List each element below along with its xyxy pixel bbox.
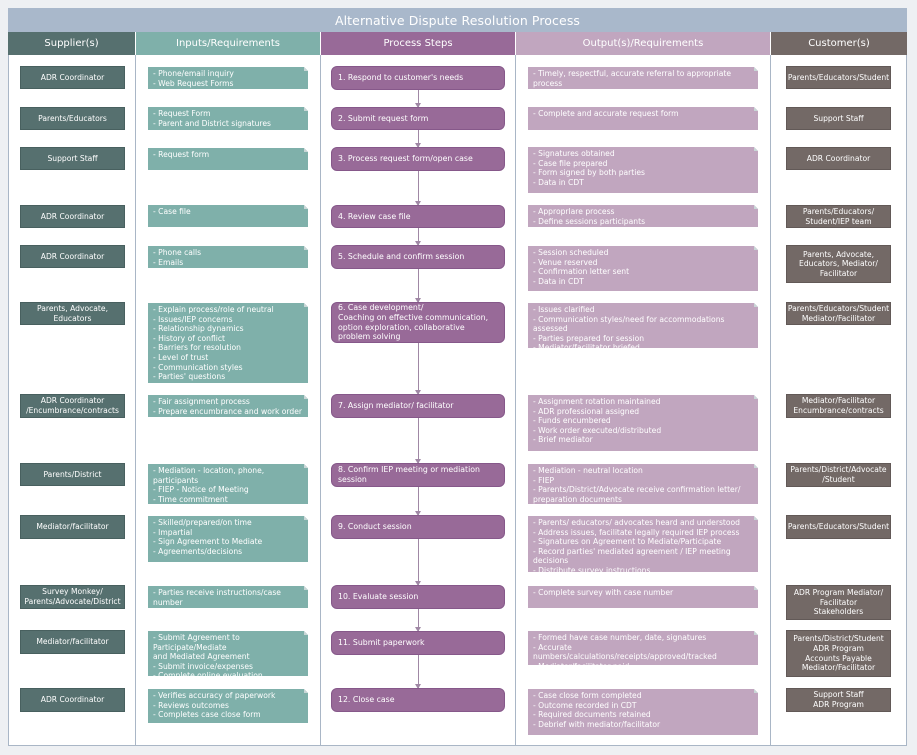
supplier-box: Mediator/facilitator <box>20 630 125 654</box>
diagram-title: Alternative Dispute Resolution Process <box>8 8 907 32</box>
input-note: - Skilled/prepared/on time - Impartial -… <box>148 516 308 562</box>
flow-arrow <box>415 130 421 148</box>
process-step[interactable]: 12. Close case <box>331 688 505 712</box>
column-divider <box>135 55 136 745</box>
input-note: - Fair assignment process - Prepare encu… <box>148 395 308 417</box>
output-note: - Timely, respectful, accurate referral … <box>528 67 758 89</box>
output-note: - Issues clarified - Communication style… <box>528 303 758 348</box>
process-step[interactable]: 5. Schedule and confirm session <box>331 245 505 269</box>
process-step[interactable]: 2. Submit request form <box>331 107 505 130</box>
customer-box: Parents/Educators/Student <box>786 66 891 89</box>
customer-box: Parents/Educators/ Student/IEP team <box>786 205 891 228</box>
customer-box: Parents, Advocate, Educators, Mediator/ … <box>786 245 891 283</box>
flow-arrow <box>415 609 421 632</box>
flow-arrow <box>415 171 421 206</box>
process-step[interactable]: 10. Evaluate session <box>331 585 505 609</box>
output-note: - Mediation - neutral location - FIEP - … <box>528 464 758 504</box>
column-header-process: Process Steps <box>321 32 515 55</box>
supplier-box: ADR Coordinator /Encumbrance/contracts <box>20 394 125 418</box>
process-step[interactable]: 4. Review case file <box>331 205 505 228</box>
supplier-box: Parents/Educators <box>20 107 125 130</box>
supplier-box: Survey Monkey/ Parents/Advocate/District <box>20 585 125 609</box>
input-note: - Explain process/role of neutral - Issu… <box>148 303 308 383</box>
input-note: - Case file <box>148 205 308 227</box>
output-note: - Case close form completed - Outcome re… <box>528 689 758 735</box>
flow-arrow <box>415 343 421 395</box>
input-note: - Phone/email inquiry - Web Request Form… <box>148 67 308 89</box>
customer-box: ADR Program Mediator/ Facilitator Stakeh… <box>786 585 891 620</box>
input-note: - Submit Agreement to Participate/Mediat… <box>148 631 308 676</box>
column-divider <box>770 55 771 745</box>
supplier-box: Mediator/facilitator <box>20 515 125 539</box>
customer-box: Parents/District/Advocate /Student <box>786 463 891 487</box>
process-step[interactable]: 11. Submit paperwork <box>331 631 505 655</box>
flow-arrow <box>415 539 421 586</box>
process-step[interactable]: 6. Case development/ Coaching on effecti… <box>331 302 505 343</box>
supplier-box: Support Staff <box>20 147 125 170</box>
customer-box: Support Staff ADR Program <box>786 688 891 712</box>
process-step[interactable]: 7. Assign mediator/ facilitator <box>331 394 505 418</box>
flow-arrow <box>415 655 421 689</box>
customer-box: Parents/Educators/Student Mediator/Facil… <box>786 302 891 325</box>
flow-arrow <box>415 90 421 108</box>
supplier-box: ADR Coordinator <box>20 688 125 712</box>
output-note: - Approprlare process - Define sessions … <box>528 205 758 227</box>
flow-arrow <box>415 228 421 246</box>
output-note: - Signatures obtained - Case file prepar… <box>528 147 758 193</box>
supplier-box: Parents/District <box>20 463 125 486</box>
supplier-box: ADR Coordinator <box>20 66 125 89</box>
input-note: - Phone calls - Emails <box>148 246 308 268</box>
process-step[interactable]: 3. Process request form/open case <box>331 147 505 171</box>
supplier-box: ADR Coordinator <box>20 245 125 268</box>
output-note: - Assignment rotation maintained - ADR p… <box>528 395 758 451</box>
process-step[interactable]: 8. Confirm IEP meeting or mediation sess… <box>331 463 505 487</box>
flow-arrow <box>415 487 421 516</box>
output-note: - Complete survey with case number <box>528 586 758 608</box>
customer-box: Parents/District/Student ADR Program Acc… <box>786 630 891 677</box>
input-note: - Mediation - location, phone, participa… <box>148 464 308 504</box>
input-note: - Request Form - Parent and District sig… <box>148 107 308 130</box>
output-note: - Parents/ educators/ advocates heard an… <box>528 516 758 572</box>
process-step[interactable]: 9. Conduct session <box>331 515 505 539</box>
input-note: - Request form <box>148 148 308 170</box>
flow-arrow <box>415 418 421 464</box>
column-divider <box>515 55 516 745</box>
input-note: - Verifies accuracy of paperwork - Revie… <box>148 689 308 723</box>
column-header-inputs: Inputs/Requirements <box>136 32 320 55</box>
column-header-customer: Customer(s) <box>771 32 907 55</box>
output-note: - Formed have case number, date, signatu… <box>528 631 758 665</box>
customer-box: ADR Coordinator <box>786 147 891 170</box>
supplier-box: ADR Coordinator <box>20 205 125 228</box>
output-note: - Session scheduled - Venue reserved - C… <box>528 246 758 291</box>
process-step[interactable]: 1. Respond to customer's needs <box>331 66 505 90</box>
supplier-box: Parents, Advocate, Educators <box>20 302 125 325</box>
flow-arrow <box>415 269 421 303</box>
customer-box: Mediator/Facilitator Encumbrance/contrac… <box>786 394 891 418</box>
customer-box: Support Staff <box>786 107 891 130</box>
column-divider <box>320 55 321 745</box>
column-header-outputs: Output(s)/Requirements <box>516 32 770 55</box>
input-note: - Parties receive instructions/case numb… <box>148 586 308 608</box>
output-note: - Complete and accurate request form <box>528 107 758 130</box>
customer-box: Parents/Educators/Student <box>786 515 891 539</box>
column-header-supplier: Supplier(s) <box>8 32 135 55</box>
